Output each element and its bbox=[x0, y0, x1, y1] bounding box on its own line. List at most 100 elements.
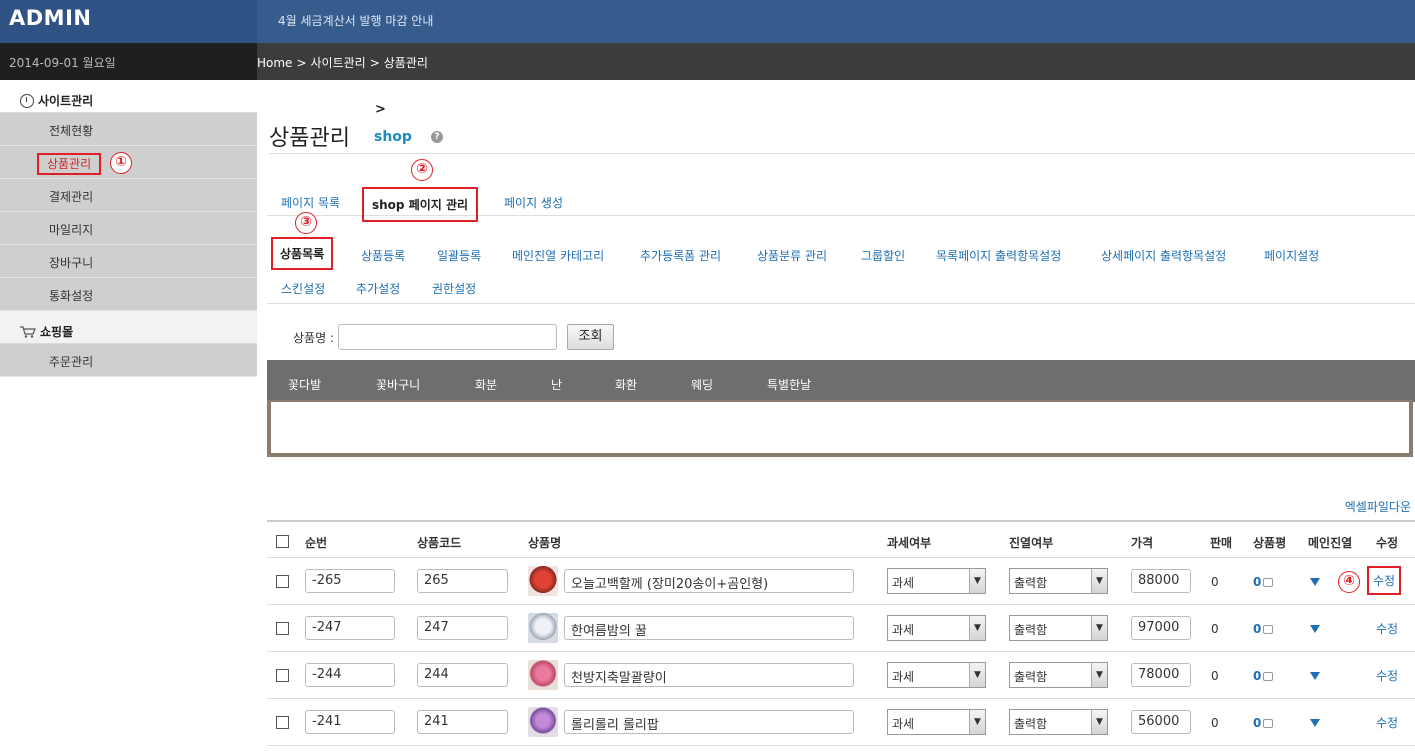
marker-4: ④ bbox=[1338, 571, 1360, 593]
product-thumbnail[interactable] bbox=[528, 566, 558, 596]
subtab-detail-page-fields[interactable]: 상세페이지 출력항목설정 bbox=[1101, 247, 1226, 264]
code-field[interactable]: 241 bbox=[417, 710, 508, 734]
sales-count: 0 bbox=[1211, 622, 1219, 636]
display-select[interactable]: 출력함 ▼ bbox=[1009, 662, 1108, 688]
review-count[interactable]: 0 bbox=[1253, 575, 1274, 589]
triangle-down-icon[interactable] bbox=[1310, 672, 1320, 680]
sidebar: 사이트관리 전체현황 상품관리 결제관리 마일리지 장바구니 통화설정 쇼핑몰 … bbox=[0, 80, 257, 753]
triangle-down-icon[interactable] bbox=[1310, 719, 1320, 727]
price-field[interactable]: 78000 bbox=[1131, 663, 1191, 687]
sidebar-item-cart[interactable]: 장바구니 bbox=[0, 245, 257, 278]
select-all-checkbox[interactable] bbox=[276, 535, 289, 548]
edit-link[interactable]: 수정 bbox=[1376, 667, 1398, 684]
row-checkbox[interactable] bbox=[276, 622, 289, 635]
price-field[interactable]: 56000 bbox=[1131, 710, 1191, 734]
name-field[interactable]: 천방지축말괄량이 bbox=[564, 663, 854, 687]
price-field[interactable]: 88000 bbox=[1131, 569, 1191, 593]
edit-link[interactable]: 수정 bbox=[1376, 620, 1398, 637]
row-checkbox[interactable] bbox=[276, 575, 289, 588]
name-field[interactable]: 롤리롤리 롤리팝 bbox=[564, 710, 854, 734]
display-select-value: 출력함 bbox=[1014, 670, 1048, 684]
external-link-icon bbox=[1263, 672, 1274, 681]
triangle-down-icon[interactable] bbox=[1310, 625, 1320, 633]
category-tab[interactable]: 화분 bbox=[475, 376, 497, 393]
subtab-product-register[interactable]: 상품등록 bbox=[361, 247, 405, 264]
tax-select[interactable]: 과세 ▼ bbox=[887, 709, 986, 735]
category-tab[interactable]: 난 bbox=[551, 376, 562, 393]
review-count[interactable]: 0 bbox=[1253, 669, 1274, 683]
subtab-permission-settings[interactable]: 권한설정 bbox=[432, 280, 476, 297]
breadcrumb-product-admin[interactable]: 상품관리 bbox=[384, 56, 428, 70]
code-field[interactable]: 247 bbox=[417, 616, 508, 640]
edit-link[interactable]: 수정 bbox=[1376, 714, 1398, 731]
tax-select[interactable]: 과세 ▼ bbox=[887, 662, 986, 688]
col-edit: 수정 bbox=[1376, 536, 1399, 550]
help-icon[interactable]: ? bbox=[431, 131, 443, 143]
notice-link[interactable]: 4월 세금계산서 발행 마감 안내 bbox=[278, 12, 433, 29]
category-tab[interactable]: 화환 bbox=[615, 376, 637, 393]
breadcrumb: Home > 사이트관리 > 상품관리 bbox=[257, 43, 1415, 80]
tax-select[interactable]: 과세 ▼ bbox=[887, 568, 986, 594]
tax-select[interactable]: 과세 ▼ bbox=[887, 615, 986, 641]
price-field[interactable]: 97000 bbox=[1131, 616, 1191, 640]
subtab-product-list[interactable]: 상품목록 bbox=[271, 237, 334, 270]
search-button[interactable]: 조회 bbox=[566, 324, 614, 350]
subtab-extra-settings[interactable]: 추가설정 bbox=[356, 280, 400, 297]
subtab-bulk-register[interactable]: 일괄등록 bbox=[437, 247, 481, 264]
subtab-list-page-fields[interactable]: 목록페이지 출력항목설정 bbox=[936, 247, 1061, 264]
search-input[interactable] bbox=[337, 324, 557, 350]
category-tab[interactable]: 꽃다발 bbox=[288, 376, 321, 393]
row-checkbox[interactable] bbox=[276, 669, 289, 682]
product-thumbnail[interactable] bbox=[528, 613, 558, 643]
review-count[interactable]: 0 bbox=[1253, 622, 1274, 636]
breadcrumb-home[interactable]: Home bbox=[257, 56, 292, 70]
category-tab[interactable]: 웨딩 bbox=[691, 376, 713, 393]
excel-download-link[interactable]: 엑셀파일다운 bbox=[1345, 498, 1411, 515]
row-checkbox[interactable] bbox=[276, 716, 289, 729]
tab-page-list[interactable]: 페이지 목록 bbox=[281, 194, 340, 211]
tax-select-value: 과세 bbox=[892, 623, 915, 637]
seq-field[interactable]: -241 bbox=[305, 710, 395, 734]
display-select[interactable]: 출력함 ▼ bbox=[1009, 615, 1108, 641]
product-thumbnail[interactable] bbox=[528, 660, 558, 690]
name-field[interactable]: 한여름밤의 꿀 bbox=[564, 616, 854, 640]
tab-shop-page-admin[interactable]: shop 페이지 관리 bbox=[362, 187, 479, 222]
code-field[interactable]: 244 bbox=[417, 663, 508, 687]
seq-field[interactable]: -247 bbox=[305, 616, 395, 640]
category-tab[interactable]: 특별한날 bbox=[767, 376, 811, 393]
chevron-down-icon: ▼ bbox=[1091, 710, 1107, 734]
subtab-group-discount[interactable]: 그룹할인 bbox=[861, 247, 905, 264]
category-tab[interactable]: 꽃바구니 bbox=[376, 376, 420, 393]
display-select[interactable]: 출력함 ▼ bbox=[1009, 568, 1108, 594]
sidebar-item-orders[interactable]: 주문관리 bbox=[0, 344, 257, 377]
chevron-down-icon: ▼ bbox=[969, 663, 985, 687]
sidebar-item-overview[interactable]: 전체현황 bbox=[0, 113, 257, 146]
seq-field[interactable]: -265 bbox=[305, 569, 395, 593]
review-count-value: 0 bbox=[1253, 716, 1262, 730]
triangle-down-icon[interactable] bbox=[1310, 578, 1320, 586]
sidebar-section-site-admin[interactable]: 사이트관리 bbox=[0, 80, 257, 113]
tab-page-create[interactable]: 페이지 생성 bbox=[504, 194, 563, 211]
sub-tabs: 상품목록 상품등록 일괄등록 메인진열 카테고리 추가등록폼 관리 상품분류 관… bbox=[267, 232, 1415, 304]
admin-logo[interactable]: ADMIN bbox=[0, 0, 257, 43]
sidebar-item-payments[interactable]: 결제관리 bbox=[0, 179, 257, 212]
review-count[interactable]: 0 bbox=[1253, 716, 1274, 730]
breadcrumb-site-admin[interactable]: 사이트관리 bbox=[311, 56, 366, 70]
edit-link[interactable]: 수정 bbox=[1367, 566, 1402, 595]
sales-count: 0 bbox=[1211, 716, 1219, 730]
subtab-product-category[interactable]: 상품분류 관리 bbox=[757, 247, 827, 264]
sidebar-item-mileage[interactable]: 마일리지 bbox=[0, 212, 257, 245]
display-select[interactable]: 출력함 ▼ bbox=[1009, 709, 1108, 735]
seq-field[interactable]: -244 bbox=[305, 663, 395, 687]
sidebar-item-currency[interactable]: 통화설정 bbox=[0, 278, 257, 311]
code-field[interactable]: 265 bbox=[417, 569, 508, 593]
title-arrow: > bbox=[375, 102, 386, 117]
shop-name[interactable]: shop bbox=[374, 129, 412, 145]
subtab-main-display-category[interactable]: 메인진열 카테고리 bbox=[512, 247, 604, 264]
subtab-extra-form[interactable]: 추가등록폼 관리 bbox=[640, 247, 721, 264]
product-thumbnail[interactable] bbox=[528, 707, 558, 737]
name-field[interactable]: 오늘고백할께 (장미20송이+곰인형) bbox=[564, 569, 854, 593]
subtab-skin-settings[interactable]: 스킨설정 bbox=[281, 280, 325, 297]
sidebar-section-shopping-mall[interactable]: 쇼핑몰 bbox=[0, 311, 257, 344]
subtab-page-settings[interactable]: 페이지설정 bbox=[1264, 247, 1319, 264]
